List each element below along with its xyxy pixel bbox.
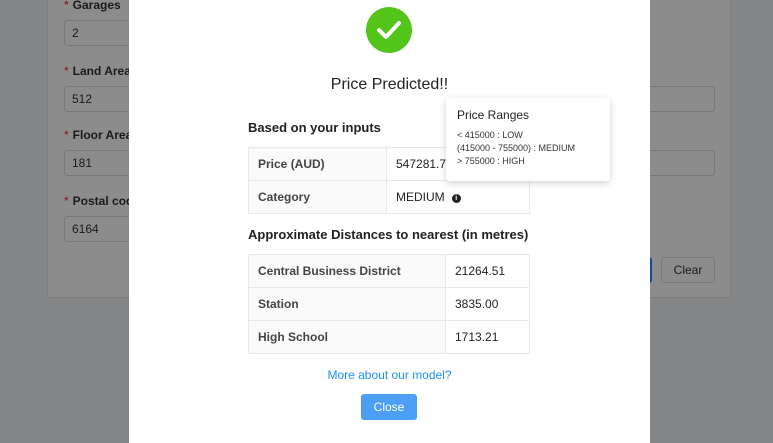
table-row: Central Business District 21264.51 — [248, 254, 530, 288]
distance-key: High School — [248, 320, 446, 354]
price-ranges-tooltip: Price Ranges < 415000 : LOW (415000 - 75… — [446, 98, 610, 181]
success-check-icon — [366, 7, 412, 53]
modal-title: Price Predicted!! — [330, 76, 449, 93]
table-row: High School 1713.21 — [248, 320, 530, 354]
tooltip-line: (415000 - 755000) : MEDIUM — [457, 143, 576, 153]
price-key: Price (AUD) — [248, 147, 387, 181]
inputs-section-title: Based on your inputs — [248, 120, 381, 135]
distance-value: 3835.00 — [445, 287, 530, 321]
distance-value: 1713.21 — [445, 320, 530, 354]
table-row: Category MEDIUM i — [248, 180, 530, 214]
more-about-model-link[interactable]: More about our model? — [129, 368, 650, 382]
close-button[interactable]: Close — [361, 394, 417, 420]
distances-table: Central Business District 21264.51 Stati… — [248, 254, 530, 354]
category-key: Category — [248, 180, 387, 214]
category-cell: MEDIUM i — [386, 180, 530, 214]
category-value: MEDIUM — [396, 190, 445, 204]
tooltip-line: > 755000 : HIGH — [457, 156, 525, 166]
distance-value: 21264.51 — [445, 254, 530, 288]
tooltip-title: Price Ranges — [457, 108, 530, 122]
tooltip-line: < 415000 : LOW — [457, 130, 523, 140]
distance-key: Central Business District — [248, 254, 446, 288]
distance-key: Station — [248, 287, 446, 321]
info-icon[interactable]: i — [451, 194, 461, 203]
table-row: Station 3835.00 — [248, 287, 530, 321]
prediction-modal: Price Predicted!! Based on your inputs P… — [129, 0, 650, 443]
distances-section-title: Approximate Distances to nearest (in met… — [248, 227, 529, 242]
